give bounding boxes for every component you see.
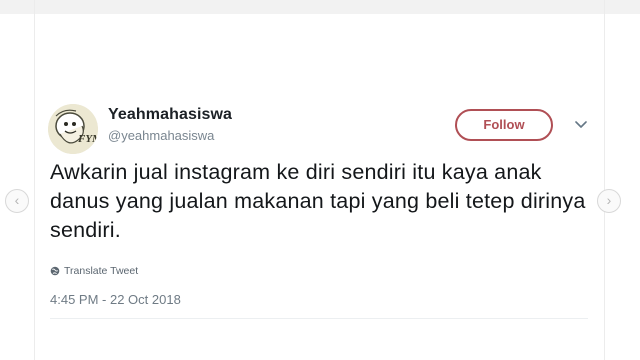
chevron-right-icon: › <box>606 192 612 208</box>
footer-divider <box>50 318 588 319</box>
right-divider <box>604 0 605 360</box>
avatar-image: FYM <box>48 104 98 154</box>
previous-arrow-button[interactable]: ‹ <box>5 189 29 213</box>
tweet-text: Awkarin jual instagram ke diri sendiri i… <box>50 160 586 242</box>
translate-tweet-link[interactable]: Translate Tweet <box>50 265 138 277</box>
next-arrow-button[interactable]: › <box>597 189 621 213</box>
top-strip <box>0 0 640 14</box>
username-handle[interactable]: @yeahmahasiswa <box>108 128 214 143</box>
translate-label[interactable]: Translate Tweet <box>64 265 138 277</box>
more-options-button[interactable] <box>573 118 589 132</box>
chevron-left-icon: ‹ <box>14 192 20 208</box>
display-name[interactable]: Yeahmahasiswa <box>108 106 232 124</box>
left-divider <box>34 0 35 360</box>
tweet-timestamp[interactable]: 4:45 PM - 22 Oct 2018 <box>50 292 181 307</box>
chevron-down-icon <box>575 121 587 128</box>
avatar-badge-text: FYM <box>77 133 98 145</box>
follow-button[interactable]: Follow <box>455 109 553 141</box>
avatar[interactable]: FYM <box>48 104 98 154</box>
tweet-screenshot: ‹ › FYM Yeahmahasiswa @yeahmahasiswa Fol… <box>0 0 640 360</box>
globe-icon <box>50 266 60 276</box>
